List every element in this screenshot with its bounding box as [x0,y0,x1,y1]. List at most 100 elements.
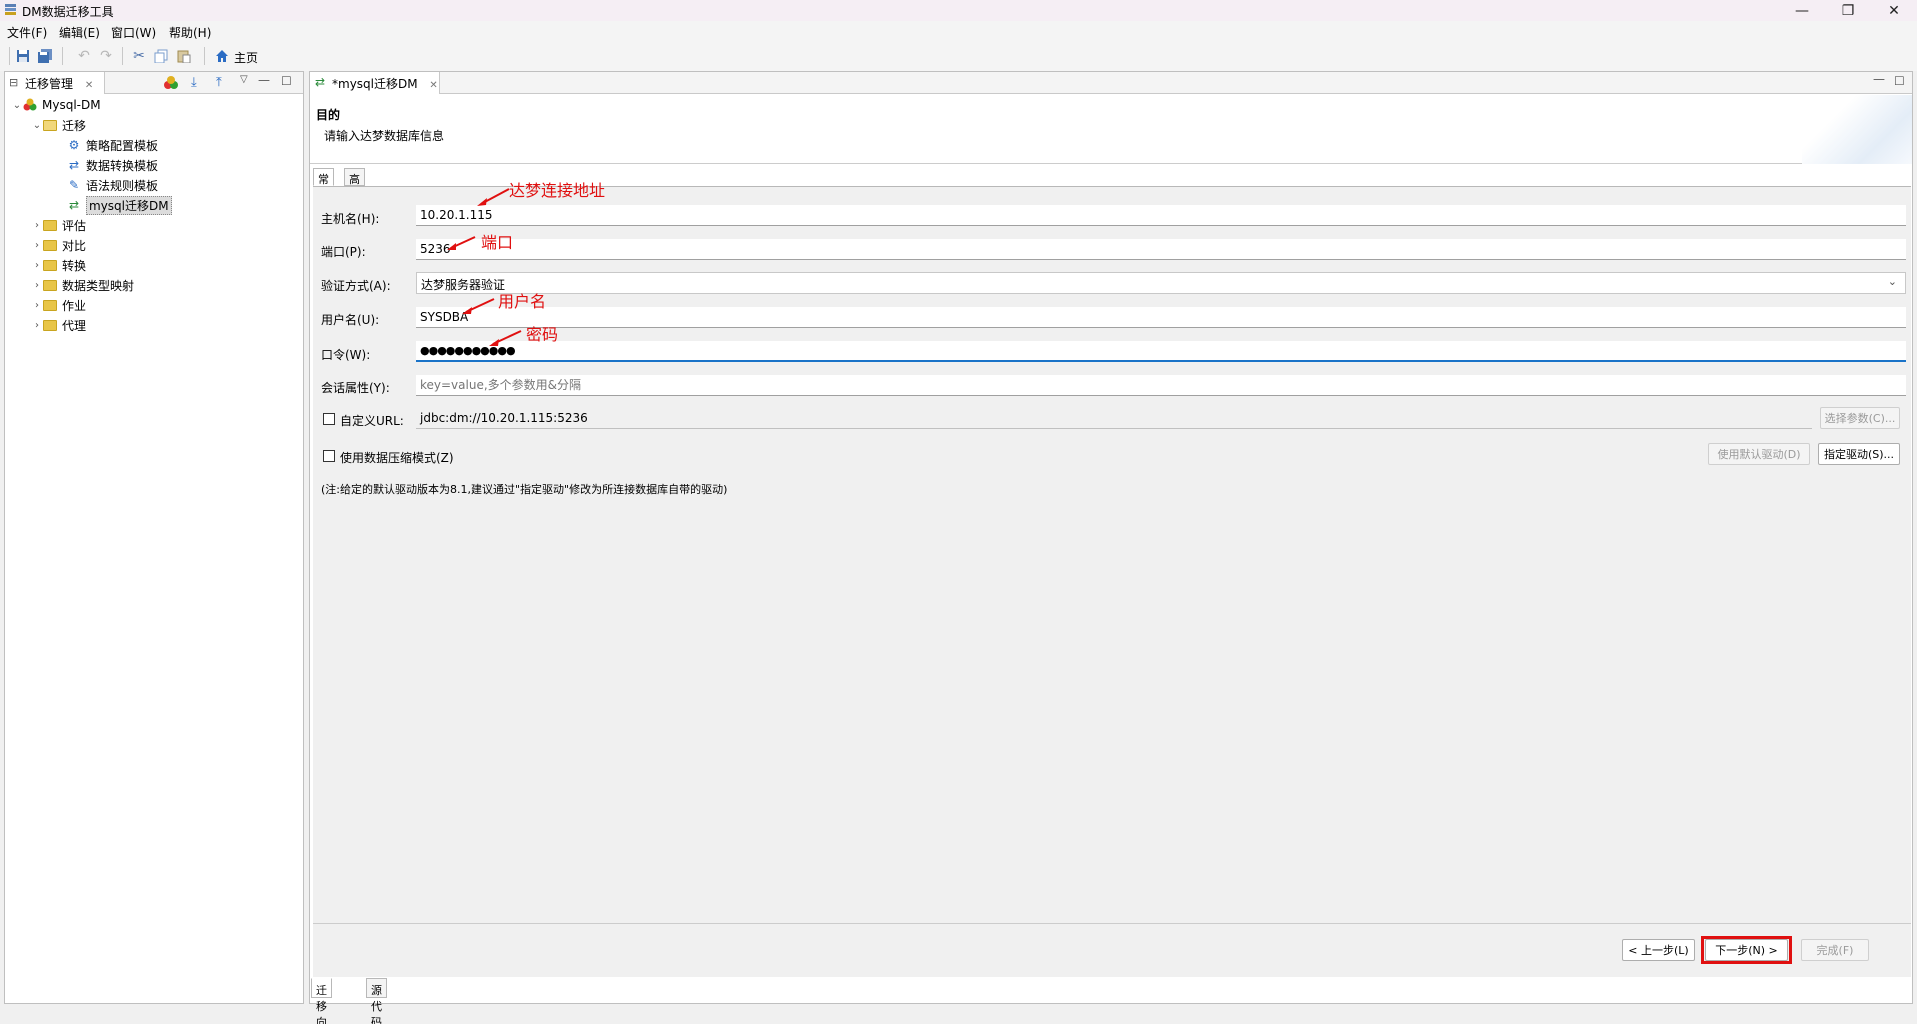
tree-folder-assess[interactable]: › 评估 [31,215,86,235]
chevron-down-icon[interactable]: ⌄ [11,100,23,111]
tab-mysql-to-dm[interactable]: ⇄ *mysql迁移DM ✕ [310,72,440,94]
tree-item-label: 对比 [62,238,87,253]
toolbar-separator [62,47,63,65]
connection-form: 主机名(H): 端口(P): 验证方式(A): 达梦服务器验证 ⌄ 用户名(U)… [313,181,1911,923]
folder-icon [43,319,57,331]
cut-icon[interactable]: ✂ [131,48,147,64]
host-label: 主机名(H): [321,212,380,226]
folder-open-icon [43,119,57,131]
session-label: 会话属性(Y): [321,381,390,395]
tree-folder-convert[interactable]: › 转换 [31,255,86,275]
next-button[interactable]: 下一步(N) > [1705,939,1788,961]
migration-icon: ⇄ [315,75,326,89]
tree-folder-compare[interactable]: › 对比 [31,235,86,255]
export-icon[interactable]: ⤒ [216,75,222,90]
menu-help[interactable]: 帮助(H) [169,24,211,41]
tree-item-label: 数据转换模板 [86,158,159,173]
tree-item-mysql-to-dm[interactable]: ⇄ mysql迁移DM [67,195,172,215]
tree-migration-folder[interactable]: ⌄ 迁移 [31,115,86,135]
tree-item-syntax-rule-template[interactable]: ✎ 语法规则模板 [67,175,158,195]
annotation-port: 端口 [481,233,514,252]
tree-item-label: mysql迁移DM [86,195,172,215]
wizard-header: 目的 请输入达梦数据库信息 [310,95,1912,164]
redo-icon[interactable]: ↷ [98,48,114,64]
annotation-user: 用户名 [498,292,547,311]
template-icon: ⚙ [68,138,80,152]
password-input[interactable]: ●●●●●●●●●●● [416,341,1906,362]
left-panel-tabbar: ⊟ 迁移管理 ✕ ⤓ ⤒ ▽ — ☐ [5,72,303,94]
chevron-down-icon[interactable]: ⌄ [31,120,43,131]
wizard-nav: < 上一步(L) 下一步(N) > 完成(F) [313,923,1911,977]
save-icon[interactable] [15,48,31,64]
folder-icon [43,259,57,271]
session-properties-input[interactable] [416,375,1906,396]
paste-icon[interactable] [176,48,192,64]
menu-file[interactable]: 文件(F) [7,24,47,41]
chevron-right-icon[interactable]: › [31,320,43,331]
minimize-editor-icon[interactable]: — [1873,72,1885,86]
save-all-icon[interactable] [37,48,53,64]
tab-advanced[interactable]: 高级 [344,168,365,202]
tree-root[interactable]: ⌄ Mysql-DM [11,95,101,115]
chevron-right-icon[interactable]: › [31,280,43,291]
minimize-view-icon[interactable]: — [258,73,270,87]
annotation-arrow-icon [447,236,476,250]
specify-driver-button[interactable]: 指定驱动(S)... [1818,443,1900,465]
compress-mode-checkbox[interactable] [323,450,335,462]
folder-icon [43,279,57,291]
import-icon[interactable]: ⤓ [191,75,197,90]
tree-folder-type-mapping[interactable]: › 数据类型映射 [31,275,134,295]
password-label: 口令(W): [321,348,371,362]
default-driver-button[interactable]: 使用默认驱动(D) [1708,443,1810,465]
maximize-view-icon[interactable]: ☐ [281,74,292,88]
close-tab-icon[interactable]: ✕ [85,80,93,91]
prev-button[interactable]: < 上一步(L) [1622,939,1695,961]
tab-general[interactable]: 常规 [313,168,334,202]
chevron-right-icon[interactable]: › [31,260,43,271]
restore-icon[interactable]: ❐ [1825,0,1871,21]
tree-icon: ⊟ [9,76,19,89]
view-menu-icon[interactable]: ▽ [240,74,248,85]
close-icon[interactable]: ✕ [1871,0,1917,21]
copy-icon[interactable] [153,48,169,64]
menu-bar: 文件(F) 编辑(E) 窗口(W) 帮助(H) [0,21,1917,41]
tab-migration-management[interactable]: ⊟ 迁移管理 ✕ [5,72,105,94]
tree-item-label: 策略配置模板 [86,138,159,153]
tab-label: *mysql迁移DM [332,77,418,91]
host-input[interactable] [416,205,1906,226]
annotation-arrow-icon [477,188,510,206]
menu-window[interactable]: 窗口(W) [111,24,156,41]
username-input[interactable] [416,307,1906,328]
chevron-right-icon[interactable]: › [31,300,43,311]
chevron-right-icon[interactable]: › [31,240,43,251]
connect-icon[interactable] [163,75,179,95]
minimize-icon[interactable]: — [1779,0,1825,21]
close-tab-icon[interactable]: ✕ [429,80,437,91]
tree-item-label: 迁移 [62,118,87,133]
chevron-right-icon[interactable]: › [31,220,43,231]
home-button-label[interactable]: 主页 [234,49,258,66]
tree-folder-agent[interactable]: › 代理 [31,315,86,335]
auth-select[interactable]: 达梦服务器验证 ⌄ [416,272,1906,294]
select-params-button[interactable]: 选择参数(C)... [1820,407,1900,429]
tab-source-code[interactable]: 源代码 [366,978,387,1024]
window-title: DM数据迁移工具 [22,5,114,19]
tab-label: 迁移管理 [25,77,74,91]
tree-item-strategy-template[interactable]: ⚙ 策略配置模板 [67,135,158,155]
custom-url-checkbox[interactable] [323,413,335,425]
undo-icon[interactable]: ↶ [76,48,92,64]
port-input[interactable] [416,239,1906,260]
finish-button[interactable]: 完成(F) [1801,939,1869,961]
toolbar-separator [122,47,123,65]
user-label: 用户名(U): [321,313,380,327]
tab-migration-wizard[interactable]: 迁移向导 [311,978,332,1024]
menu-edit[interactable]: 编辑(E) [59,24,100,41]
custom-url-input: jdbc:dm://10.20.1.115:5236 [416,408,1812,429]
tree-item-data-conversion-template[interactable]: ⇄ 数据转换模板 [67,155,158,175]
compress-mode-label: 使用数据压缩模式(Z) [340,451,454,465]
tree-folder-jobs[interactable]: › 作业 [31,295,86,315]
annotation-host: 达梦连接地址 [509,181,606,200]
home-icon[interactable] [214,48,230,64]
chevron-down-icon[interactable]: ⌄ [1888,275,1897,288]
maximize-editor-icon[interactable]: ☐ [1894,74,1905,88]
